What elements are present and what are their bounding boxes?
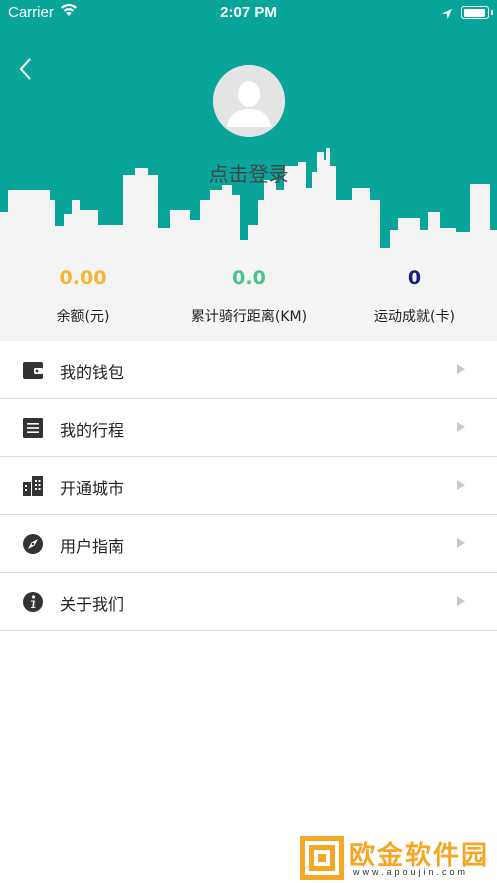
menu-item-guide[interactable]: 用户指南 xyxy=(0,515,497,573)
menu-label-about: 关于我们 xyxy=(60,595,125,614)
chevron-right-icon xyxy=(457,364,465,374)
stat-distance: 0.0 累计骑行距离(KM) xyxy=(166,255,332,341)
menu-label-guide: 用户指南 xyxy=(60,537,125,556)
menu-item-about[interactable]: 关于我们 xyxy=(0,573,497,631)
battery-tip xyxy=(491,10,493,15)
chevron-right-icon xyxy=(457,480,465,490)
stat-achievement-value: 0 xyxy=(407,267,422,289)
status-time: 2:07 PM xyxy=(220,4,277,21)
watermark: 欧金软件园 www.apoujin.com xyxy=(297,833,493,883)
menu-label-wallet: 我的钱包 xyxy=(60,363,125,382)
list-icon xyxy=(23,418,43,438)
chevron-right-icon xyxy=(457,596,465,606)
info-icon xyxy=(23,592,43,612)
menu-label-trips: 我的行程 xyxy=(60,421,125,440)
back-button[interactable] xyxy=(14,55,44,85)
chevron-right-icon xyxy=(457,422,465,432)
stat-balance: 0.00 余额(元) xyxy=(0,255,166,341)
menu-label-cities: 开通城市 xyxy=(60,479,125,498)
status-bar: Carrier 2:07 PM xyxy=(0,0,497,26)
stat-distance-value: 0.0 xyxy=(232,267,266,289)
battery-icon xyxy=(461,6,489,19)
stats-panel: 0.00 余额(元) 0.0 累计骑行距离(KM) 0 运动成就(卡) xyxy=(0,255,497,341)
chevron-right-icon xyxy=(457,538,465,548)
menu-item-cities[interactable]: 开通城市 xyxy=(0,457,497,515)
chevron-left-icon xyxy=(19,58,31,80)
stat-distance-label: 累计骑行距离(KM) xyxy=(190,309,308,325)
location-arrow-icon xyxy=(441,6,453,24)
stat-balance-value: 0.00 xyxy=(59,267,107,289)
compass-icon xyxy=(23,534,43,554)
stat-achievement: 0 运动成就(卡) xyxy=(332,255,497,341)
profile-header: Carrier 2:07 PM 点击登录 xyxy=(0,0,497,260)
avatar[interactable] xyxy=(213,65,285,137)
buildings-icon xyxy=(23,476,43,496)
wallet-icon xyxy=(23,362,43,379)
menu-item-wallet[interactable]: 我的钱包 xyxy=(0,341,497,399)
menu-list: 我的钱包 我的行程 开通城市 用户指南 关于我们 xyxy=(0,341,497,631)
stat-achievement-label: 运动成就(卡) xyxy=(374,309,455,325)
menu-item-trips[interactable]: 我的行程 xyxy=(0,399,497,457)
watermark-logo-icon xyxy=(300,836,344,880)
watermark-url: www.apoujin.com xyxy=(353,867,469,877)
login-link[interactable]: 点击登录 xyxy=(0,158,497,187)
stat-balance-label: 余额(元) xyxy=(56,309,110,325)
default-avatar-icon xyxy=(213,65,285,137)
